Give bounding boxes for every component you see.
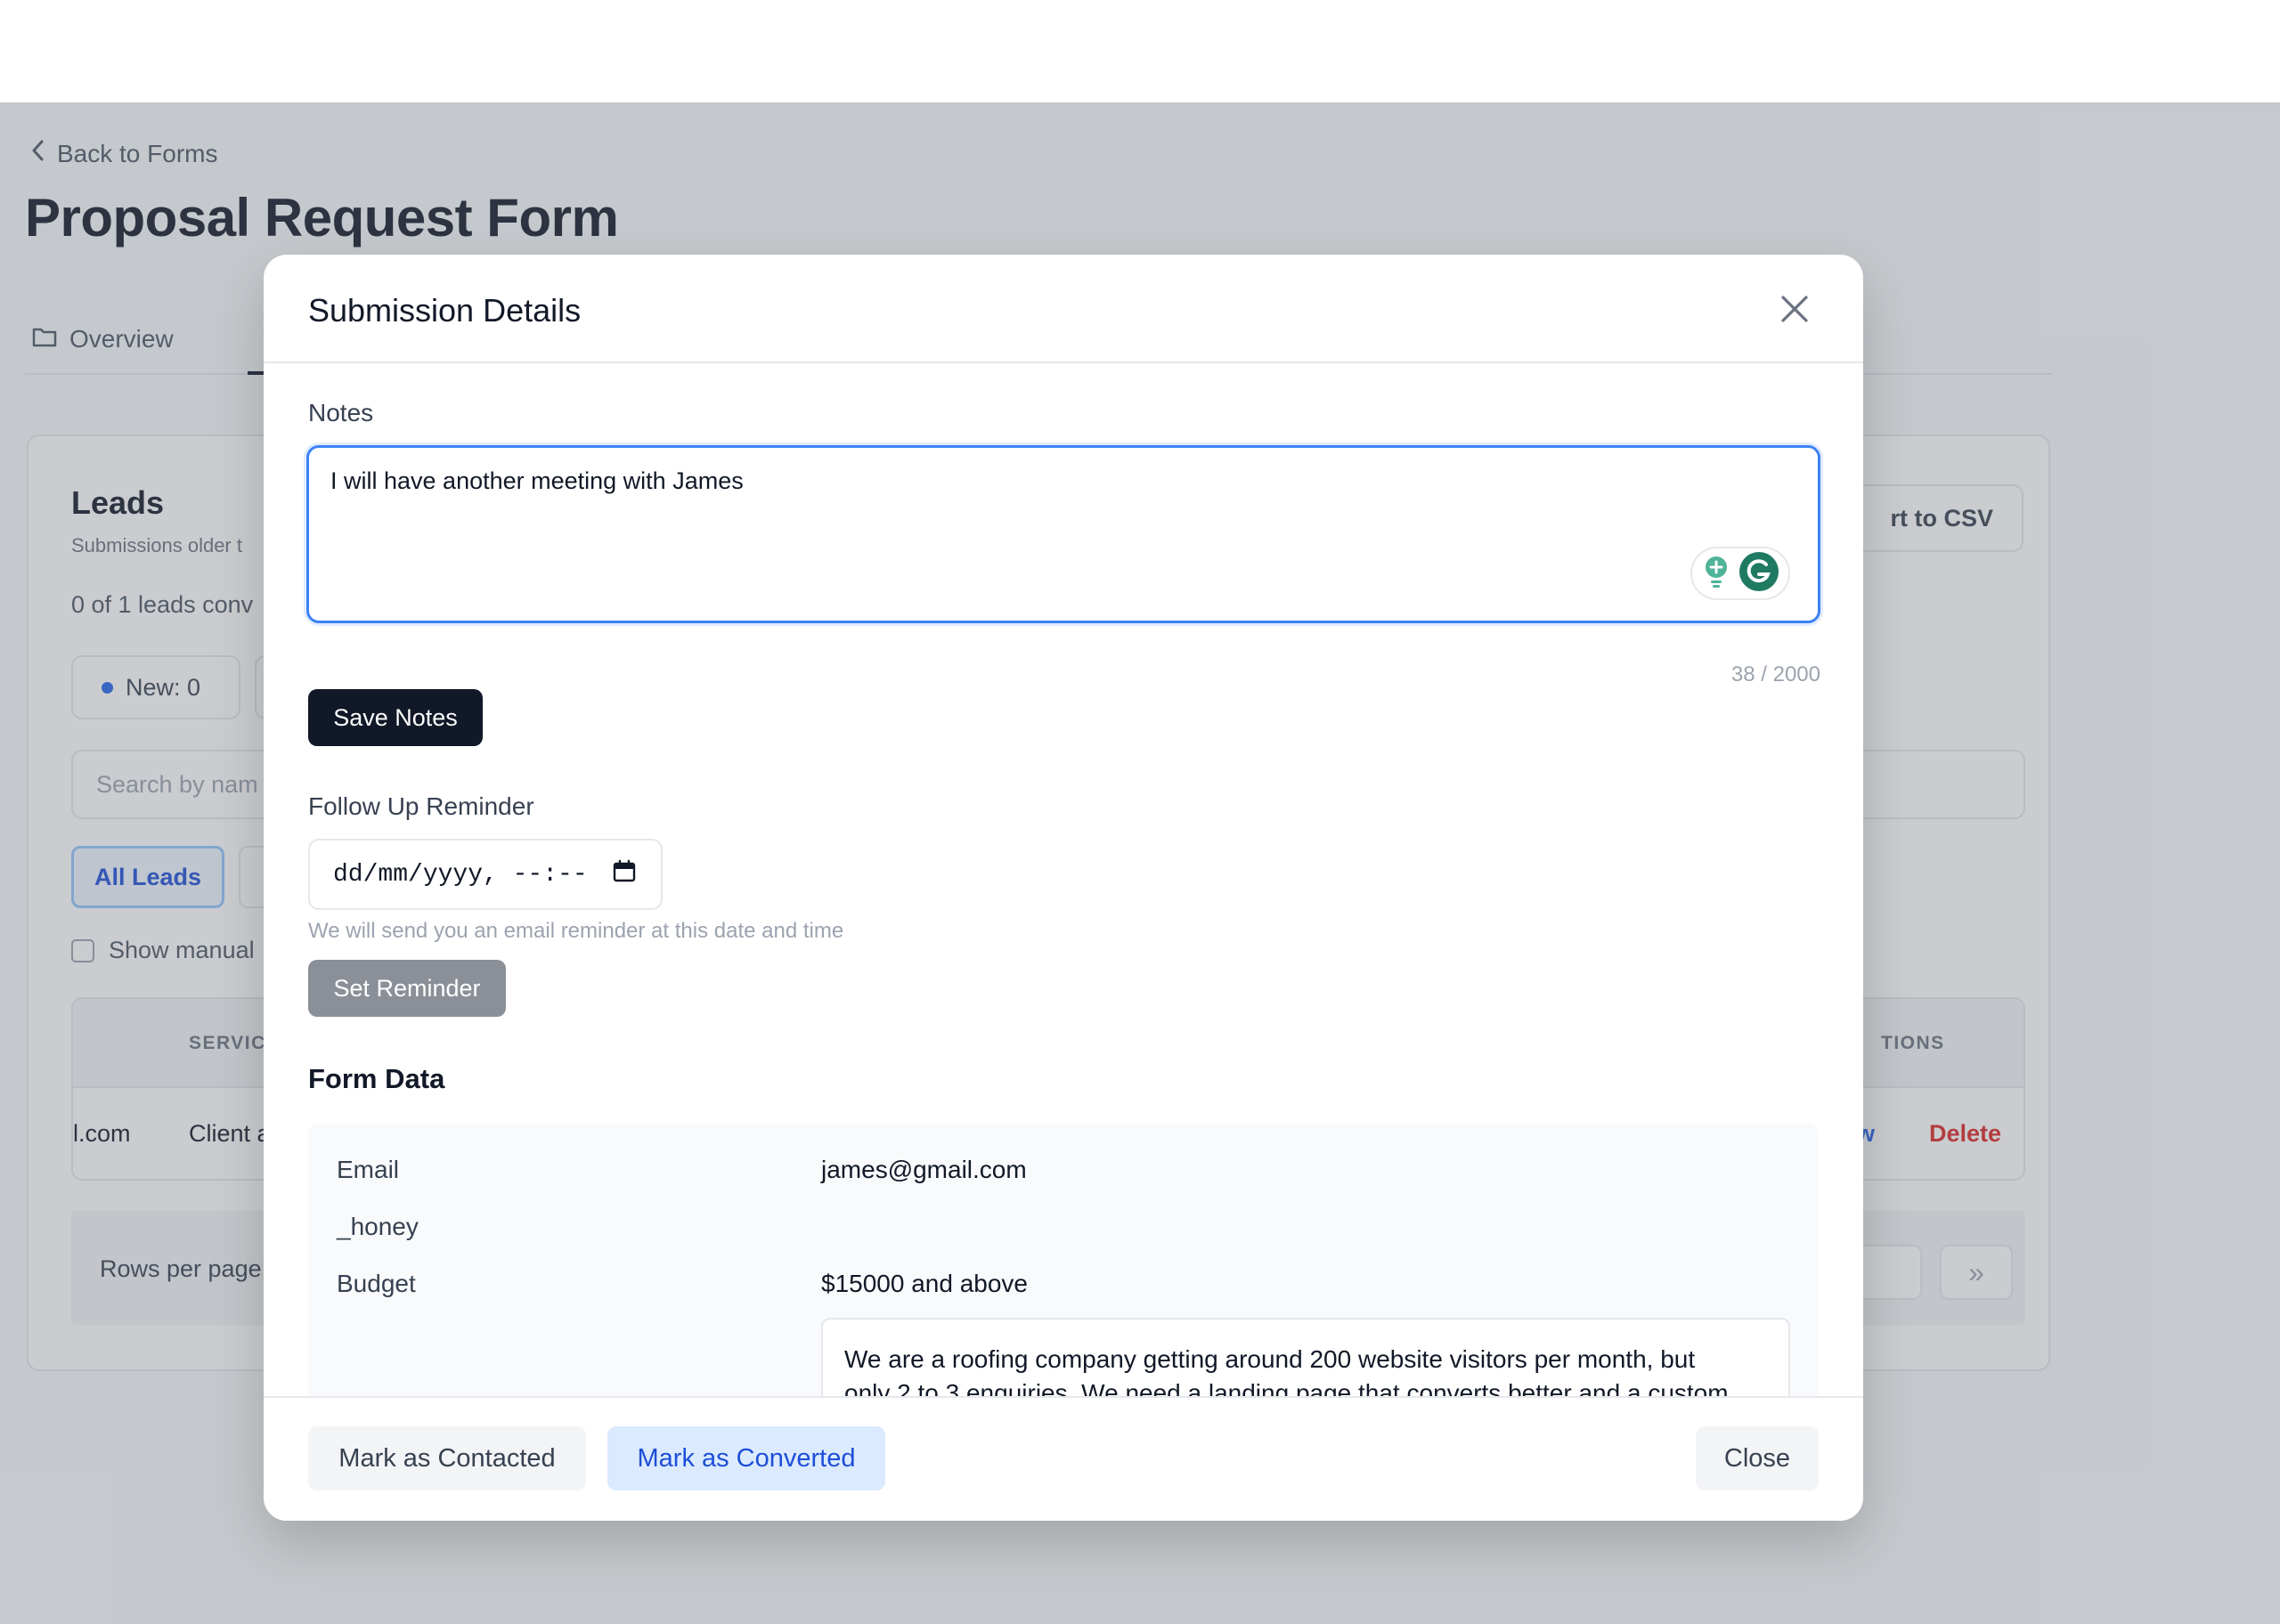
field-key-honey: _honey bbox=[337, 1213, 419, 1240]
field-value-budget: $15000 and above bbox=[821, 1270, 1028, 1297]
form-data-title: Form Data bbox=[308, 1063, 445, 1094]
modal-footer: Mark as Contacted Mark as Converted Clos… bbox=[264, 1396, 1863, 1521]
modal-header: Submission Details bbox=[264, 255, 1863, 363]
reminder-datetime-value: dd/mm/yyyy, --:-- bbox=[333, 860, 588, 889]
char-count: 38 / 2000 bbox=[1730, 662, 1820, 686]
calendar-icon[interactable] bbox=[613, 859, 636, 890]
close-button[interactable]: Close bbox=[1696, 1426, 1819, 1490]
notes-label: Notes bbox=[308, 399, 374, 426]
field-value-email: james@gmail.com bbox=[821, 1156, 1027, 1183]
modal-title: Submission Details bbox=[308, 292, 582, 329]
reminder-label: Follow Up Reminder bbox=[308, 792, 534, 820]
reminder-datetime-input[interactable]: dd/mm/yyyy, --:-- bbox=[308, 839, 663, 910]
save-notes-button[interactable]: Save Notes bbox=[308, 689, 483, 746]
close-icon[interactable] bbox=[1778, 292, 1812, 326]
grammarly-icon[interactable] bbox=[1738, 551, 1779, 597]
notes-textarea[interactable]: I will have another meeting with James bbox=[306, 445, 1820, 623]
message-line-1: We are a roofing company getting around … bbox=[844, 1345, 1696, 1373]
mark-converted-button[interactable]: Mark as Converted bbox=[607, 1426, 885, 1490]
field-key-budget: Budget bbox=[337, 1270, 416, 1297]
set-reminder-button[interactable]: Set Reminder bbox=[308, 960, 506, 1017]
grammarly-widget[interactable] bbox=[1690, 547, 1790, 600]
top-bar bbox=[0, 0, 2280, 102]
submission-details-modal: Submission Details Notes I will have ano… bbox=[264, 255, 1863, 1521]
mark-contacted-button[interactable]: Mark as Contacted bbox=[308, 1426, 586, 1490]
lightbulb-icon[interactable] bbox=[1701, 554, 1731, 594]
field-key-email: Email bbox=[337, 1156, 400, 1183]
reminder-hint: We will send you an email reminder at th… bbox=[308, 919, 844, 943]
